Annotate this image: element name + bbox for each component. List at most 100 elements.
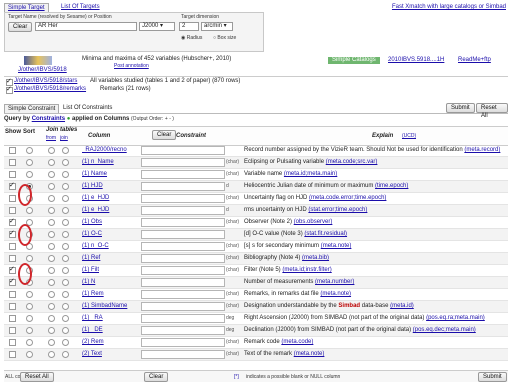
- show-checkbox[interactable]: [9, 243, 16, 250]
- constraints-link[interactable]: Constraints: [32, 116, 65, 122]
- show-checkbox[interactable]: [9, 339, 16, 346]
- column-name-link[interactable]: (1) Obs: [82, 217, 138, 227]
- header-ucd[interactable]: (UCD): [402, 131, 416, 141]
- join-from-radio[interactable]: [48, 147, 55, 154]
- join-from-radio[interactable]: [48, 327, 55, 334]
- sort-radio[interactable]: [26, 255, 33, 262]
- constraint-input[interactable]: [141, 146, 225, 155]
- sort-radio[interactable]: [26, 159, 33, 166]
- fast-xmatch-link[interactable]: Fast Xmatch with large catalogs or Simba…: [392, 3, 506, 11]
- column-name-link[interactable]: (1) Rem: [82, 289, 138, 299]
- show-checkbox[interactable]: [9, 147, 16, 154]
- join-radio[interactable]: [62, 183, 69, 190]
- ucd-link[interactable]: (meta.code): [281, 339, 313, 345]
- sort-radio[interactable]: [26, 291, 33, 298]
- join-radio[interactable]: [62, 147, 69, 154]
- join-radio[interactable]: [62, 195, 69, 202]
- column-name-link[interactable]: (1) Name: [82, 169, 138, 179]
- join-radio[interactable]: [62, 315, 69, 322]
- column-name-link[interactable]: (1) e_HJD: [82, 205, 138, 215]
- join-from-radio[interactable]: [48, 351, 55, 358]
- tab-simple-target[interactable]: Simple Target: [4, 3, 49, 12]
- show-checkbox[interactable]: [9, 291, 16, 298]
- ucd-link[interactable]: (meta.bib): [302, 255, 329, 261]
- sort-radio[interactable]: [26, 315, 33, 322]
- column-name-link[interactable]: (1) n_O-C: [82, 241, 138, 251]
- show-checkbox[interactable]: [9, 303, 16, 310]
- constraint-input[interactable]: [141, 206, 225, 215]
- constraint-input[interactable]: [141, 350, 225, 359]
- join-from-radio[interactable]: [48, 207, 55, 214]
- target-name-input[interactable]: AR Her: [35, 22, 137, 31]
- header-from[interactable]: from: [46, 133, 56, 143]
- post-annotation-link[interactable]: Post annotation: [114, 63, 149, 70]
- ucd-link[interactable]: (pos.eq.ra;meta.main): [426, 315, 485, 321]
- join-from-radio[interactable]: [48, 315, 55, 322]
- constraint-input[interactable]: [141, 170, 225, 179]
- ucd-link[interactable]: (meta.id;meta.main): [284, 171, 337, 177]
- join-from-radio[interactable]: [48, 171, 55, 178]
- join-from-radio[interactable]: [48, 339, 55, 346]
- join-radio[interactable]: [62, 279, 69, 286]
- show-checkbox[interactable]: [9, 277, 16, 286]
- join-from-radio[interactable]: [48, 183, 55, 190]
- ucd-link[interactable]: (meta.number): [315, 279, 354, 285]
- constraint-input[interactable]: [141, 266, 225, 275]
- ucd-link[interactable]: (meta.id): [390, 303, 414, 309]
- column-name-link[interactable]: (1) e_HJD: [82, 193, 138, 203]
- column-name-link[interactable]: (1) _DE: [82, 325, 138, 335]
- constraint-input[interactable]: [141, 326, 225, 335]
- join-from-radio[interactable]: [48, 243, 55, 250]
- join-radio[interactable]: [62, 303, 69, 310]
- column-name-link[interactable]: (2) Rem: [82, 337, 138, 347]
- sort-radio[interactable]: [26, 339, 33, 346]
- radius-unit-select[interactable]: arcmin ▾: [201, 22, 233, 31]
- column-name-link[interactable]: (1) n_Name: [82, 157, 138, 167]
- join-radio[interactable]: [62, 231, 69, 238]
- tab-simple-constraint[interactable]: Simple Constraint: [4, 104, 60, 113]
- show-checkbox[interactable]: [9, 265, 16, 274]
- catalog-ref-link[interactable]: 2010IBVS.5918....1H: [388, 57, 444, 64]
- column-name-link[interactable]: (1) _RA: [82, 313, 138, 323]
- reset-all-button-bottom[interactable]: Reset All: [20, 372, 54, 382]
- column-name-link[interactable]: (1) O-C: [82, 229, 138, 239]
- join-from-radio[interactable]: [48, 159, 55, 166]
- submit-button-top[interactable]: Submit: [446, 103, 475, 113]
- show-checkbox[interactable]: [9, 171, 16, 178]
- sort-radio[interactable]: [26, 327, 33, 334]
- constraint-input[interactable]: [141, 194, 225, 203]
- column-name-link[interactable]: (1) N: [82, 277, 138, 287]
- column-name-link[interactable]: (1) Ref: [82, 253, 138, 263]
- show-checkbox[interactable]: [9, 159, 16, 166]
- ucd-link[interactable]: (time.epoch): [375, 183, 408, 189]
- column-name-link[interactable]: _RAJ2000/recno: [82, 145, 138, 155]
- column-name-link[interactable]: (2) Text: [82, 349, 138, 359]
- ucd-link[interactable]: (stat.fit.residual): [304, 231, 347, 237]
- join-from-radio[interactable]: [48, 195, 55, 202]
- show-checkbox[interactable]: [9, 315, 16, 322]
- submit-button-bottom[interactable]: Submit: [478, 372, 507, 382]
- ucd-link[interactable]: (stat.error;time.epoch): [308, 207, 367, 213]
- clear-button-bottom[interactable]: Clear: [144, 372, 169, 382]
- ucd-link[interactable]: (meta.id;instr.filter): [282, 267, 331, 273]
- ucd-link[interactable]: (meta.note): [294, 351, 325, 357]
- constraint-input[interactable]: [141, 242, 225, 251]
- tab-list-of-constraints[interactable]: List Of Constraints: [60, 104, 115, 112]
- ucd-link[interactable]: (pos.eq.dec;meta.main): [413, 327, 476, 333]
- constraint-input[interactable]: [141, 182, 225, 191]
- table2-checkbox[interactable]: [6, 85, 13, 94]
- clear-constraints-button[interactable]: Clear: [152, 130, 177, 140]
- join-from-radio[interactable]: [48, 291, 55, 298]
- ucd-link[interactable]: (meta.code;src.var): [326, 159, 378, 165]
- constraint-input[interactable]: [141, 158, 225, 167]
- constraint-input[interactable]: [141, 290, 225, 299]
- constraint-input[interactable]: [141, 278, 225, 287]
- show-checkbox[interactable]: [9, 217, 16, 226]
- constraint-input[interactable]: [141, 254, 225, 263]
- output-order-options[interactable]: + - ): [165, 116, 174, 122]
- join-from-radio[interactable]: [48, 231, 55, 238]
- radius-option[interactable]: ◉ Radius: [181, 35, 202, 41]
- constraint-input[interactable]: [141, 314, 225, 323]
- join-radio[interactable]: [62, 351, 69, 358]
- join-from-radio[interactable]: [48, 279, 55, 286]
